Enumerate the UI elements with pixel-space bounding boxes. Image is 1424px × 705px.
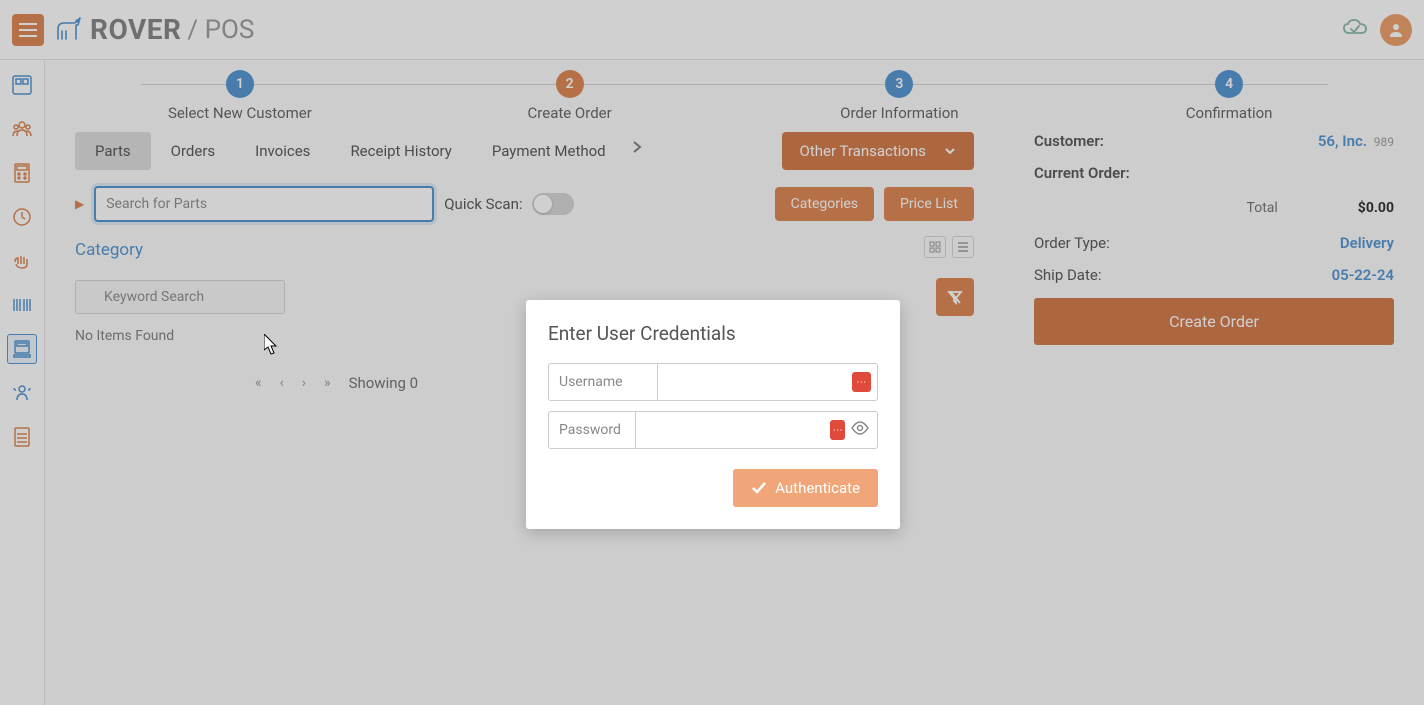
keyboard-icon[interactable]: ⋯ (852, 372, 871, 392)
password-label: Password (549, 412, 636, 448)
password-input[interactable] (636, 412, 830, 448)
authenticate-button[interactable]: Authenticate (733, 469, 878, 507)
auth-btn-label: Authenticate (775, 479, 860, 497)
password-field-row: Password ⋯ (548, 411, 878, 449)
username-input[interactable] (658, 364, 852, 400)
keyboard-icon[interactable]: ⋯ (830, 420, 845, 440)
username-field-row: Username ⋯ (548, 363, 878, 401)
eye-icon[interactable] (851, 419, 869, 441)
check-icon (751, 480, 767, 496)
username-label: Username (549, 364, 658, 400)
credentials-modal: Enter User Credentials Username ⋯ Passwo… (526, 300, 900, 529)
modal-title: Enter User Credentials (548, 322, 878, 345)
